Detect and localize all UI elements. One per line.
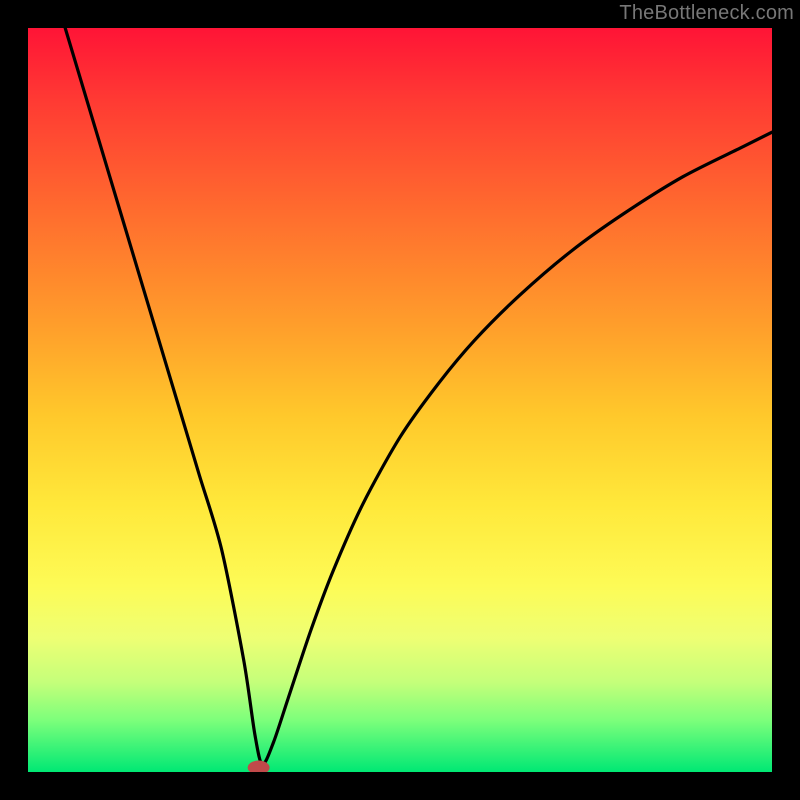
watermark-text: TheBottleneck.com xyxy=(619,2,794,25)
chart-container: TheBottleneck.com xyxy=(0,0,800,800)
plot-svg xyxy=(28,28,772,772)
plot-area xyxy=(28,28,772,772)
bottleneck-curve xyxy=(65,28,772,765)
